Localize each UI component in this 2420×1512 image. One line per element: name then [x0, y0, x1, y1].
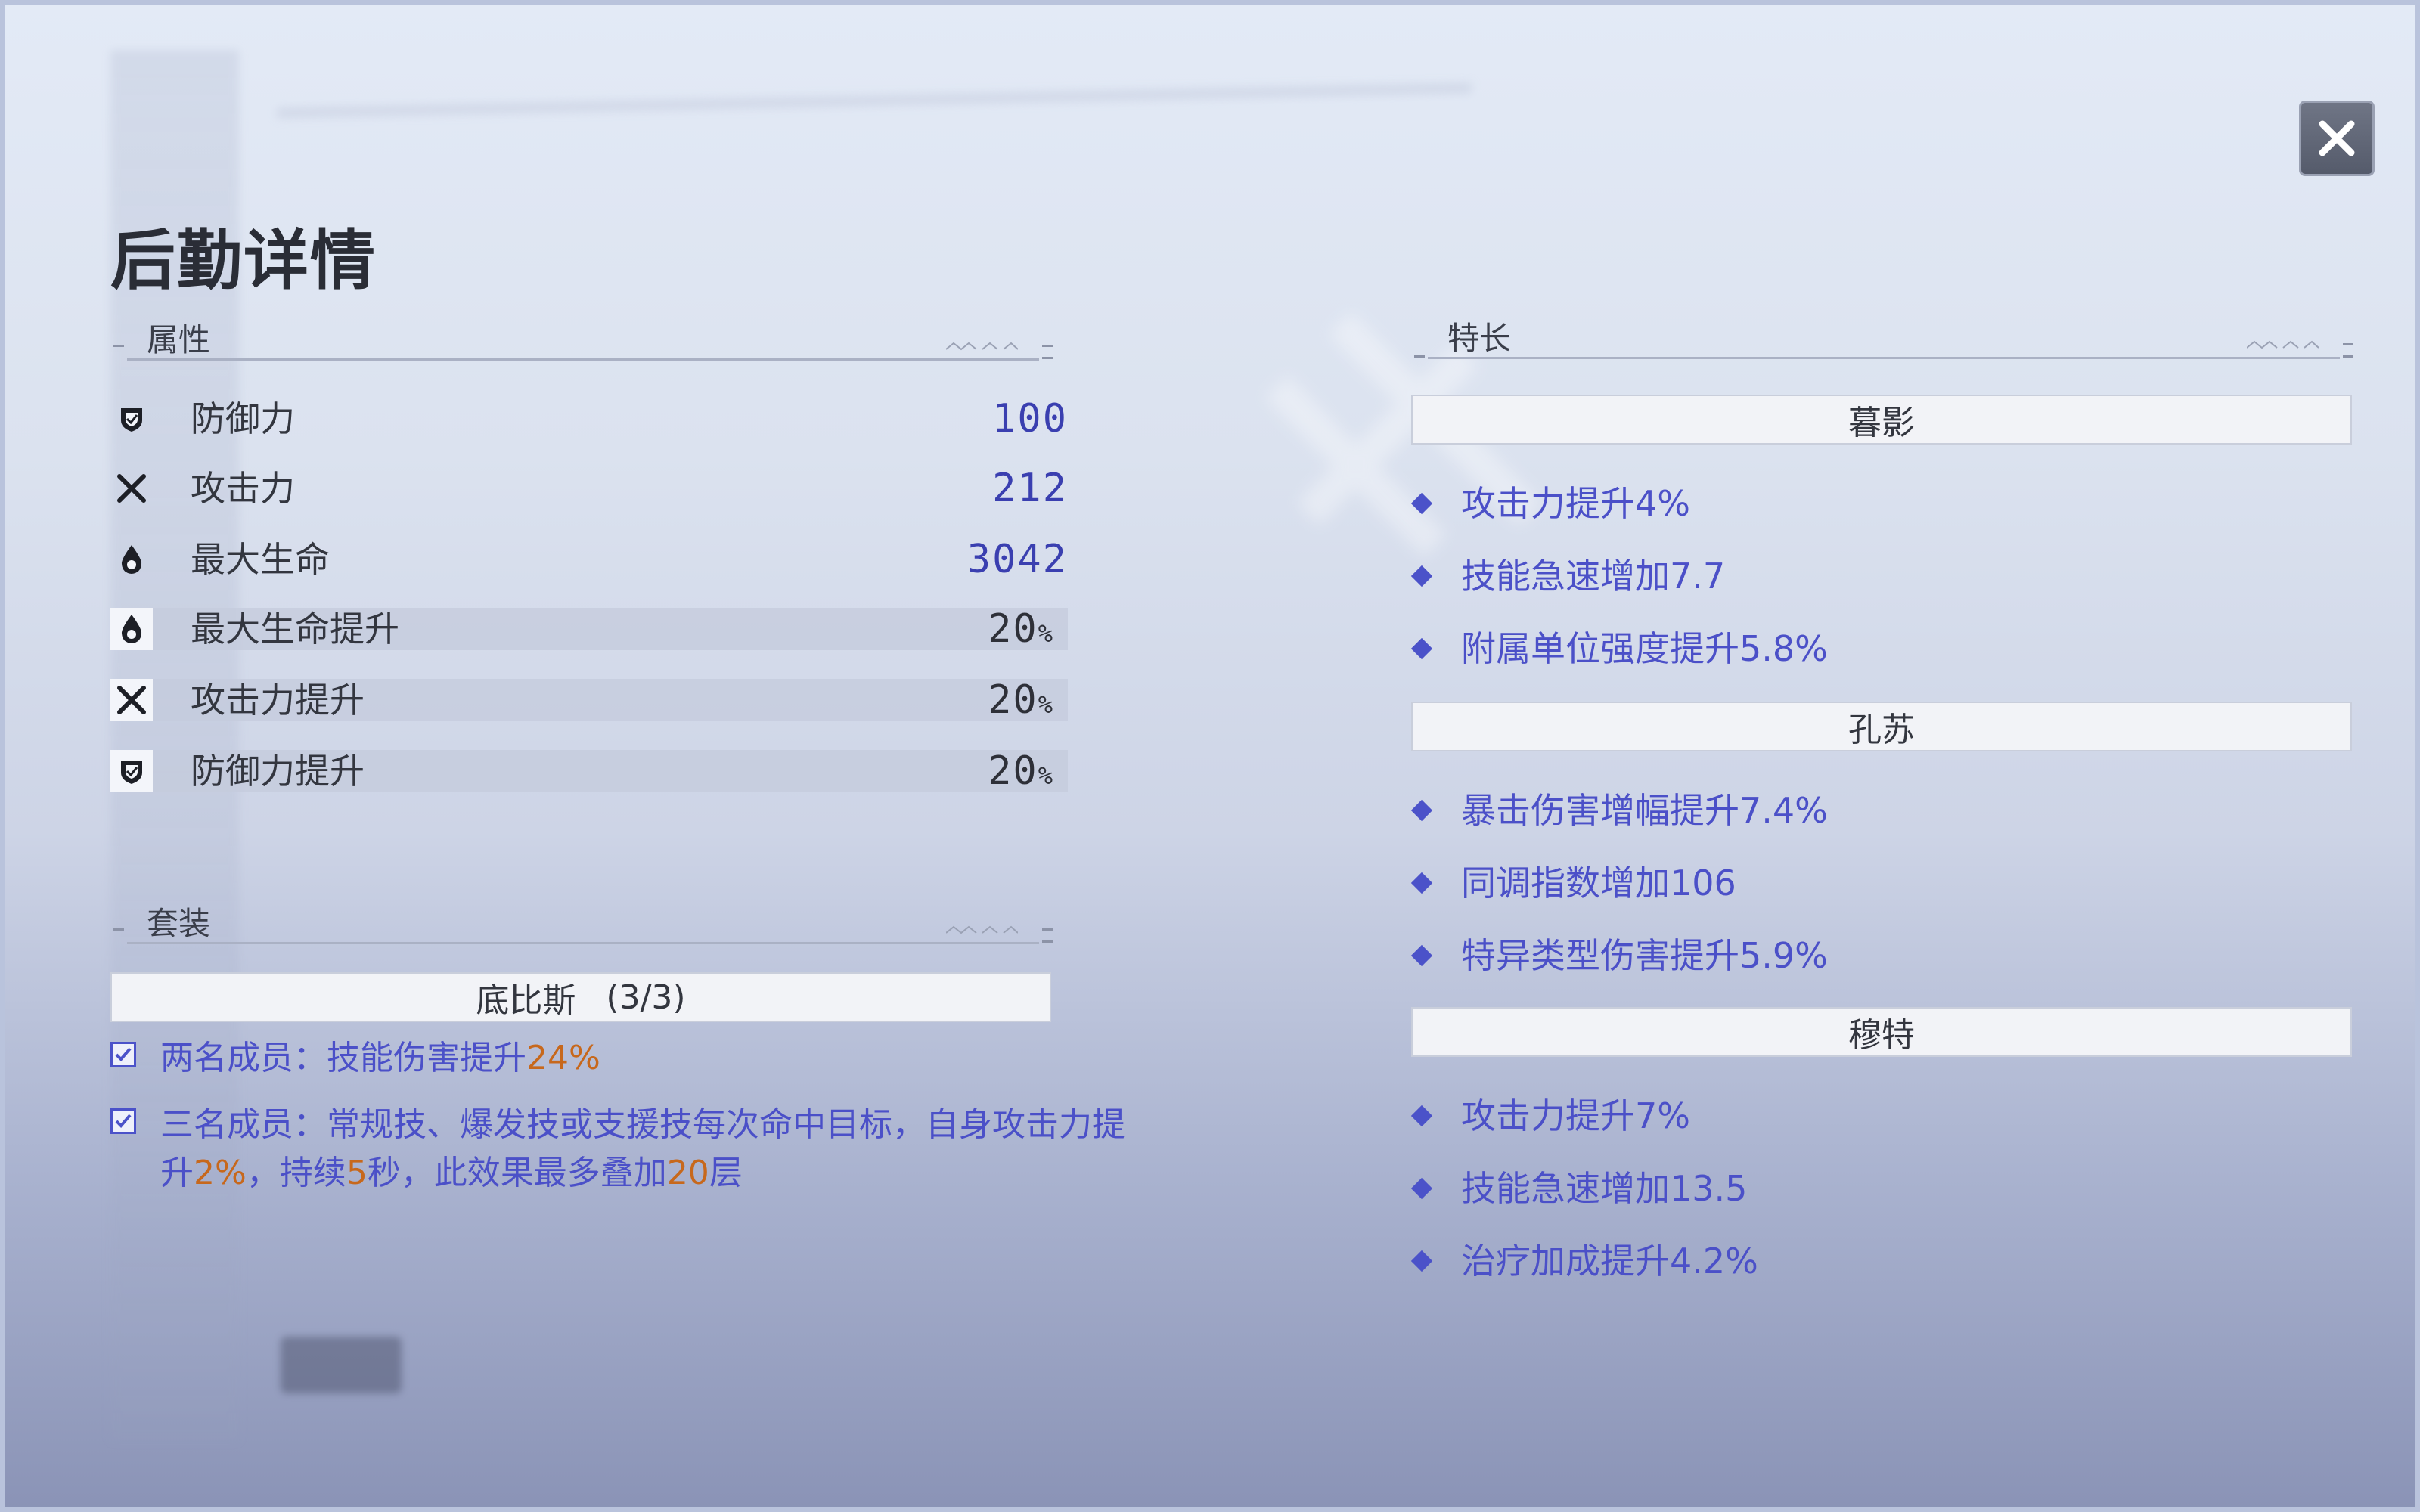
specialty-text: 技能急速增加7.7	[1461, 556, 1726, 596]
attribute-name: 攻击力	[191, 468, 295, 509]
close-icon	[2319, 120, 2355, 156]
background-line-blur	[277, 82, 1472, 119]
attribute-name: 最大生命	[191, 539, 330, 580]
attribute-name: 防御力提升	[191, 751, 365, 792]
diamond-bullet-icon	[1410, 799, 1433, 822]
specialty-text: 特异类型伤害提升5.9%	[1461, 935, 1828, 976]
attribute-row: 最大生命提升 20%	[110, 608, 1068, 650]
diamond-bullet-icon	[1410, 637, 1433, 660]
header-tick	[1042, 940, 1053, 943]
diamond-bullet-icon	[1410, 944, 1433, 967]
effect-value-highlight: 24%	[526, 1039, 600, 1077]
set-section-header: 套装	[110, 898, 1056, 944]
diamond-bullet-icon	[1410, 872, 1433, 894]
attribute-row: 防御力 100	[110, 398, 1068, 440]
attribute-value: 20%	[988, 606, 1054, 652]
attribute-row: 攻击力提升 20%	[110, 679, 1068, 721]
header-ornament	[946, 925, 1018, 934]
diamond-bullet-icon	[1410, 1105, 1433, 1127]
specialty-group-header: 穆特	[1411, 1007, 2352, 1057]
header-rule	[127, 942, 1039, 944]
header-rule	[127, 358, 1039, 361]
effect-text: 层	[709, 1154, 743, 1192]
diamond-bullet-icon	[1410, 1177, 1433, 1200]
effect-text: 两名成员：技能伤害提升	[160, 1039, 526, 1077]
specialty-text: 攻击力提升7%	[1461, 1095, 1690, 1136]
specialty-text: 暴击伤害增幅提升7.4%	[1461, 790, 1828, 831]
diamond-bullet-icon	[1410, 1250, 1433, 1272]
set-effect-text: 三名成员：常规技、爆发技或支援技每次命中目标，自身攻击力提升2%，持续5秒，此效…	[160, 1101, 1128, 1198]
header-tick	[1414, 355, 1425, 358]
attribute-name: 攻击力提升	[191, 680, 365, 720]
set-header-label: 套装	[147, 905, 211, 942]
close-button[interactable]	[2299, 101, 2375, 176]
specialties-section-header: 特长	[1411, 313, 2356, 359]
crossed-swords-icon	[110, 467, 153, 510]
set-effect-text: 两名成员：技能伤害提升24%	[160, 1034, 1128, 1083]
header-tick	[2343, 355, 2353, 358]
specialty-group-name: 孔苏	[1848, 711, 1915, 749]
specialty-group-name: 暮影	[1848, 404, 1915, 442]
page-title: 后勤详情	[110, 223, 377, 299]
effect-value-highlight: 5	[346, 1154, 368, 1192]
attributes-header-label: 属性	[147, 321, 211, 358]
set-name-bar: 底比斯 (3/3)	[110, 972, 1051, 1022]
droplet-icon	[110, 608, 153, 650]
specialty-text: 技能急速增加13.5	[1461, 1168, 1748, 1209]
header-tick	[113, 928, 124, 931]
effect-text: ，持续	[246, 1154, 346, 1192]
attribute-row: 最大生命 3042	[110, 538, 1068, 581]
specialty-group-header: 暮影	[1411, 395, 2352, 445]
attribute-value: 20%	[988, 677, 1054, 723]
specialty-text: 攻击力提升4%	[1461, 483, 1690, 524]
effect-value-highlight: 2%	[194, 1154, 247, 1192]
header-tick	[1042, 357, 1053, 359]
header-tick	[113, 345, 124, 347]
specialties-header-label: 特长	[1447, 320, 1512, 357]
attribute-value: 3042	[966, 537, 1068, 582]
attribute-name: 防御力	[191, 398, 295, 439]
header-ornament	[2247, 340, 2319, 349]
attribute-row: 攻击力 212	[110, 467, 1068, 510]
attribute-value: 100	[992, 396, 1068, 442]
specialty-group-header: 孔苏	[1411, 702, 2352, 751]
checkbox-checked-icon	[110, 1042, 136, 1067]
droplet-icon	[110, 538, 153, 581]
crossed-swords-icon	[110, 679, 153, 721]
set-name: 底比斯	[476, 981, 576, 1020]
header-ornament	[946, 342, 1018, 351]
specialty-group-name: 穆特	[1848, 1016, 1915, 1055]
attributes-section-header: 属性	[110, 314, 1056, 361]
attribute-row: 防御力提升 20%	[110, 750, 1068, 792]
effect-text: 秒，此效果最多叠加	[367, 1154, 667, 1192]
specialty-text: 治疗加成提升4.2%	[1461, 1241, 1758, 1281]
background-chip-blur	[281, 1337, 402, 1393]
specialty-text: 同调指数增加106	[1461, 863, 1736, 903]
attribute-value: 20%	[988, 748, 1054, 794]
effect-value-highlight: 20	[666, 1154, 709, 1192]
header-tick	[1042, 345, 1053, 347]
specialty-text: 附属单位强度提升5.8%	[1461, 628, 1828, 669]
set-count: (3/3)	[606, 978, 686, 1017]
shield-icon	[110, 750, 153, 792]
checkbox-checked-icon	[110, 1108, 136, 1134]
header-tick	[2343, 343, 2353, 345]
header-tick	[1042, 928, 1053, 931]
header-rule	[1428, 357, 2340, 359]
attribute-name: 最大生命提升	[191, 609, 399, 649]
shield-icon	[110, 398, 153, 440]
attribute-value: 212	[992, 466, 1068, 511]
